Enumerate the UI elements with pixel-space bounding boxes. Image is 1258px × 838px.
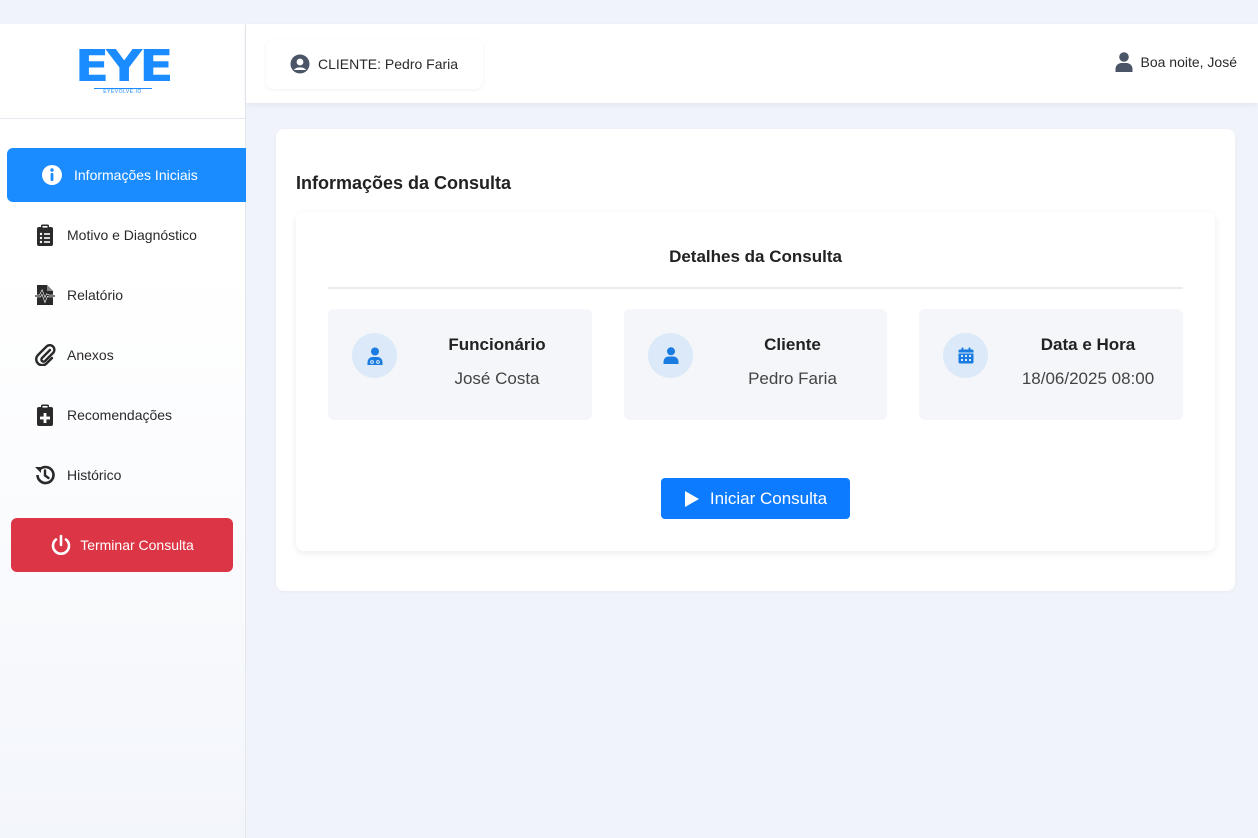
user-icon	[1115, 52, 1133, 72]
sidebar-item-label: Informações Iniciais	[74, 167, 198, 183]
sidebar: EYE EYEVOLVE.IO Informações Iniciais Mot…	[0, 24, 246, 838]
client-label: CLIENTE: Pedro Faria	[318, 56, 459, 72]
power-icon	[50, 534, 72, 556]
page-title: Informações da Consulta	[296, 173, 512, 193]
top-bar: CLIENTE: Pedro Faria Boa noite, José	[246, 24, 1258, 103]
sidebar-item-label: Recomendações	[67, 407, 173, 423]
file-waveform-icon	[34, 284, 56, 306]
info-circle-icon	[41, 164, 63, 186]
sidebar-item-label: Relatório	[67, 287, 124, 303]
client-chip[interactable]: CLIENTE: Pedro Faria	[266, 39, 483, 89]
details-title: Detalhes da Consulta	[669, 247, 842, 266]
datetime-info-box: Data e Hora 18/06/2025 08:00	[919, 309, 1183, 420]
sidebar-item-historico[interactable]: Histórico	[0, 448, 246, 502]
play-icon	[684, 490, 700, 508]
history-icon	[34, 464, 56, 486]
terminate-consultation-button[interactable]: Terminar Consulta	[11, 518, 233, 572]
start-button-label: Iniciar Consulta	[709, 488, 828, 508]
user-circle-icon	[290, 54, 310, 74]
employee-info-box: Funcionário José Costa	[328, 309, 592, 420]
sidebar-item-label: Histórico	[67, 467, 122, 483]
start-consultation-button[interactable]: Iniciar Consulta	[661, 478, 850, 519]
sidebar-item-motivo-diagnostico[interactable]: Motivo e Diagnóstico	[0, 208, 246, 262]
datetime-value: 18/06/2025 08:00	[1021, 369, 1155, 388]
sidebar-item-label: Motivo e Diagnóstico	[67, 227, 197, 243]
client-value: Pedro Faria	[748, 369, 837, 388]
sidebar-item-relatorio[interactable]: Relatório	[0, 268, 246, 322]
sidebar-item-informacoes-iniciais[interactable]: Informações Iniciais	[7, 148, 246, 202]
sidebar-item-label: Anexos	[67, 347, 114, 363]
employee-label: Funcionário	[448, 335, 546, 354]
consultation-details-card: Detalhes da Consulta Funcionário José Co…	[296, 212, 1215, 551]
user-doctor-icon	[352, 333, 397, 378]
clipboard-list-icon	[34, 224, 56, 246]
sidebar-item-recomendacoes[interactable]: Recomendações	[0, 388, 246, 442]
paperclip-icon	[34, 344, 56, 366]
client-info-box: Cliente Pedro Faria	[624, 309, 887, 420]
user-greeting[interactable]: Boa noite, José	[1115, 52, 1237, 72]
logo[interactable]: EYE EYEVOLVE.IO	[0, 24, 245, 119]
divider	[328, 287, 1183, 289]
calendar-icon	[943, 333, 988, 378]
client-label: Cliente	[764, 335, 821, 354]
sidebar-item-anexos[interactable]: Anexos	[0, 328, 246, 382]
terminate-label: Terminar Consulta	[80, 537, 194, 553]
user-icon	[648, 333, 693, 378]
datetime-label: Data e Hora	[1040, 335, 1136, 354]
main-card: Informações da Consulta Detalhes da Cons…	[276, 129, 1235, 591]
logo-text: EYE	[74, 41, 174, 92]
clipboard-plus-icon	[34, 404, 56, 426]
sidebar-nav: Informações Iniciais Motivo e Diagnóstic…	[0, 148, 246, 508]
greeting-text: Boa noite, José	[1140, 54, 1237, 70]
employee-value: José Costa	[454, 369, 540, 388]
